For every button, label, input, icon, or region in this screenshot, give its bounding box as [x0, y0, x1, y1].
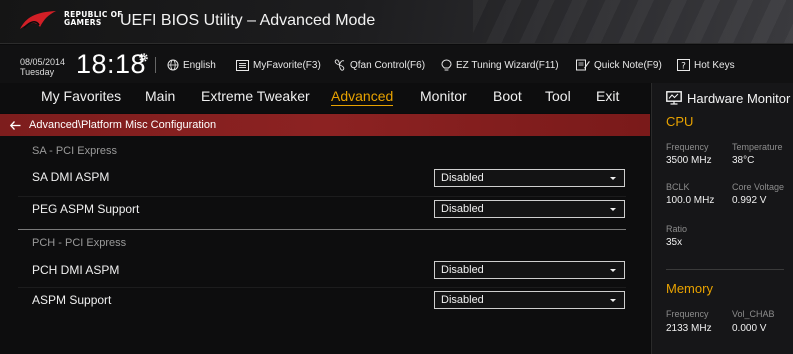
rog-logo-icon [20, 11, 56, 29]
myfavorite-label: MyFavorite(F3) [253, 59, 321, 71]
setting-label-sa-dmi-aspm: SA DMI ASPM [32, 170, 110, 184]
menu-my-favorites[interactable]: My Favorites [41, 88, 121, 104]
chevron-down-icon [610, 299, 616, 302]
myfavorite-button[interactable]: MyFavorite(F3) [236, 57, 321, 73]
clock: 18:18 [76, 49, 147, 79]
hw-memory-frequency-label: Frequency [666, 309, 709, 319]
select-value-sa-dmi-aspm: Disabled [441, 172, 484, 184]
menu-extreme-tweaker[interactable]: Extreme Tweaker [201, 88, 310, 104]
fan-icon [334, 59, 345, 71]
select-peg-aspm-support[interactable]: Disabled [434, 200, 625, 218]
row-separator [18, 287, 626, 288]
hw-separator [666, 269, 784, 270]
select-value-aspm-support: Disabled [441, 294, 484, 306]
hw-cpu-core-voltage-label: Core Voltage [732, 182, 785, 192]
hardware-monitor-title: Hardware Monitor [687, 90, 791, 106]
clock-settings-icon[interactable] [138, 52, 149, 63]
hw-cpu-core-voltage-value: 0.992 V [732, 195, 767, 206]
bulb-icon [441, 58, 452, 70]
menu-exit[interactable]: Exit [596, 88, 619, 104]
ez-tuning-wizard-label: EZ Tuning Wizard(F11) [456, 59, 559, 71]
breadcrumb-path: Advanced\Platform Misc Configuration [29, 119, 217, 131]
qfan-control-button[interactable]: Qfan Control(F6) [333, 57, 425, 73]
note-icon [576, 59, 590, 71]
title-bar-decoration [473, 0, 793, 43]
hw-memory-frequency-value: 2133 MHz [666, 323, 712, 334]
menu-main[interactable]: Main [145, 88, 175, 104]
title-bar: REPUBLIC OF GAMERS UEFI BIOS Utility – A… [0, 0, 793, 44]
chevron-down-icon [610, 208, 616, 211]
date-text: 08/05/2014 [20, 57, 66, 67]
hardware-monitor-header: Hardware Monitor [652, 83, 793, 113]
row-separator [18, 196, 626, 197]
select-value-pch-dmi-aspm: Disabled [441, 264, 484, 276]
hw-cpu-temperature-label: Temperature [732, 142, 783, 152]
hw-cpu-bclk-value: 100.0 MHz [666, 195, 715, 206]
select-pch-dmi-aspm[interactable]: Disabled [434, 261, 625, 279]
hot-keys-button[interactable]: ? Hot Keys [677, 57, 735, 73]
brand-text: REPUBLIC OF GAMERS [64, 11, 123, 27]
hw-cpu-ratio-label: Ratio [666, 224, 688, 234]
menu-advanced[interactable]: Advanced [331, 88, 394, 106]
setting-label-aspm-support: ASPM Support [32, 293, 112, 307]
select-value-peg-aspm-support: Disabled [441, 203, 484, 215]
hw-cpu-bclk-label: BCLK [666, 182, 690, 192]
hw-cpu-frequency-label: Frequency [666, 142, 709, 152]
hw-cpu-frequency-value: 3500 MHz [666, 155, 712, 166]
quick-note-label: Quick Note(F9) [594, 59, 662, 71]
settings-panel: SA - PCI Express SA DMI ASPM Disabled PE… [0, 136, 650, 354]
monitor-icon [666, 91, 682, 105]
date-display: 08/05/2014 Tuesday [20, 57, 65, 77]
brand-line2: GAMERS [64, 18, 102, 27]
language-label: English [183, 59, 216, 71]
setting-label-pch-dmi-aspm: PCH DMI ASPM [32, 263, 120, 277]
ez-tuning-wizard-button[interactable]: EZ Tuning Wizard(F11) [441, 57, 559, 73]
app-title: UEFI BIOS Utility – Advanced Mode [120, 12, 376, 29]
menu-tool[interactable]: Tool [545, 88, 571, 104]
select-aspm-support[interactable]: Disabled [434, 291, 625, 309]
hw-cpu-ratio-value: 35x [666, 237, 683, 248]
favorite-list-icon [236, 59, 249, 71]
select-sa-dmi-aspm[interactable]: Disabled [434, 169, 625, 187]
chevron-down-icon [610, 177, 616, 180]
breadcrumb: Advanced\Platform Misc Configuration [0, 114, 650, 136]
qfan-control-label: Qfan Control(F6) [350, 59, 426, 71]
hw-cpu-title: CPU [666, 114, 694, 129]
svg-text:?: ? [681, 61, 686, 71]
hw-memory-vol-value: 0.000 V [732, 323, 767, 334]
section-title-pch-pci-express: PCH - PCI Express [32, 237, 127, 249]
back-arrow-icon[interactable] [10, 120, 21, 130]
menu-monitor[interactable]: Monitor [420, 88, 467, 104]
chevron-down-icon [610, 269, 616, 272]
globe-icon [167, 59, 179, 71]
section-title-sa-pci-express: SA - PCI Express [32, 145, 117, 157]
hw-cpu-temperature-value: 38°C [732, 155, 755, 166]
quick-note-button[interactable]: Quick Note(F9) [576, 57, 662, 73]
section-divider [18, 229, 626, 230]
hot-keys-label: Hot Keys [694, 59, 735, 71]
question-icon: ? [677, 59, 690, 71]
info-separator [155, 57, 156, 73]
day-text: Tuesday [20, 67, 55, 77]
setting-label-peg-aspm-support: PEG ASPM Support [32, 202, 140, 216]
hw-memory-vol-label: Vol_CHAB [732, 309, 775, 319]
language-button[interactable]: English [167, 57, 216, 73]
info-bar: 08/05/2014 Tuesday 18:18 English MyFavor… [0, 45, 793, 83]
hardware-monitor-panel: Hardware Monitor CPU Frequency Temperatu… [651, 83, 793, 354]
main-menu: My Favorites Main Extreme Tweaker Advanc… [0, 83, 650, 113]
hw-memory-title: Memory [666, 281, 713, 296]
menu-boot[interactable]: Boot [493, 88, 522, 104]
